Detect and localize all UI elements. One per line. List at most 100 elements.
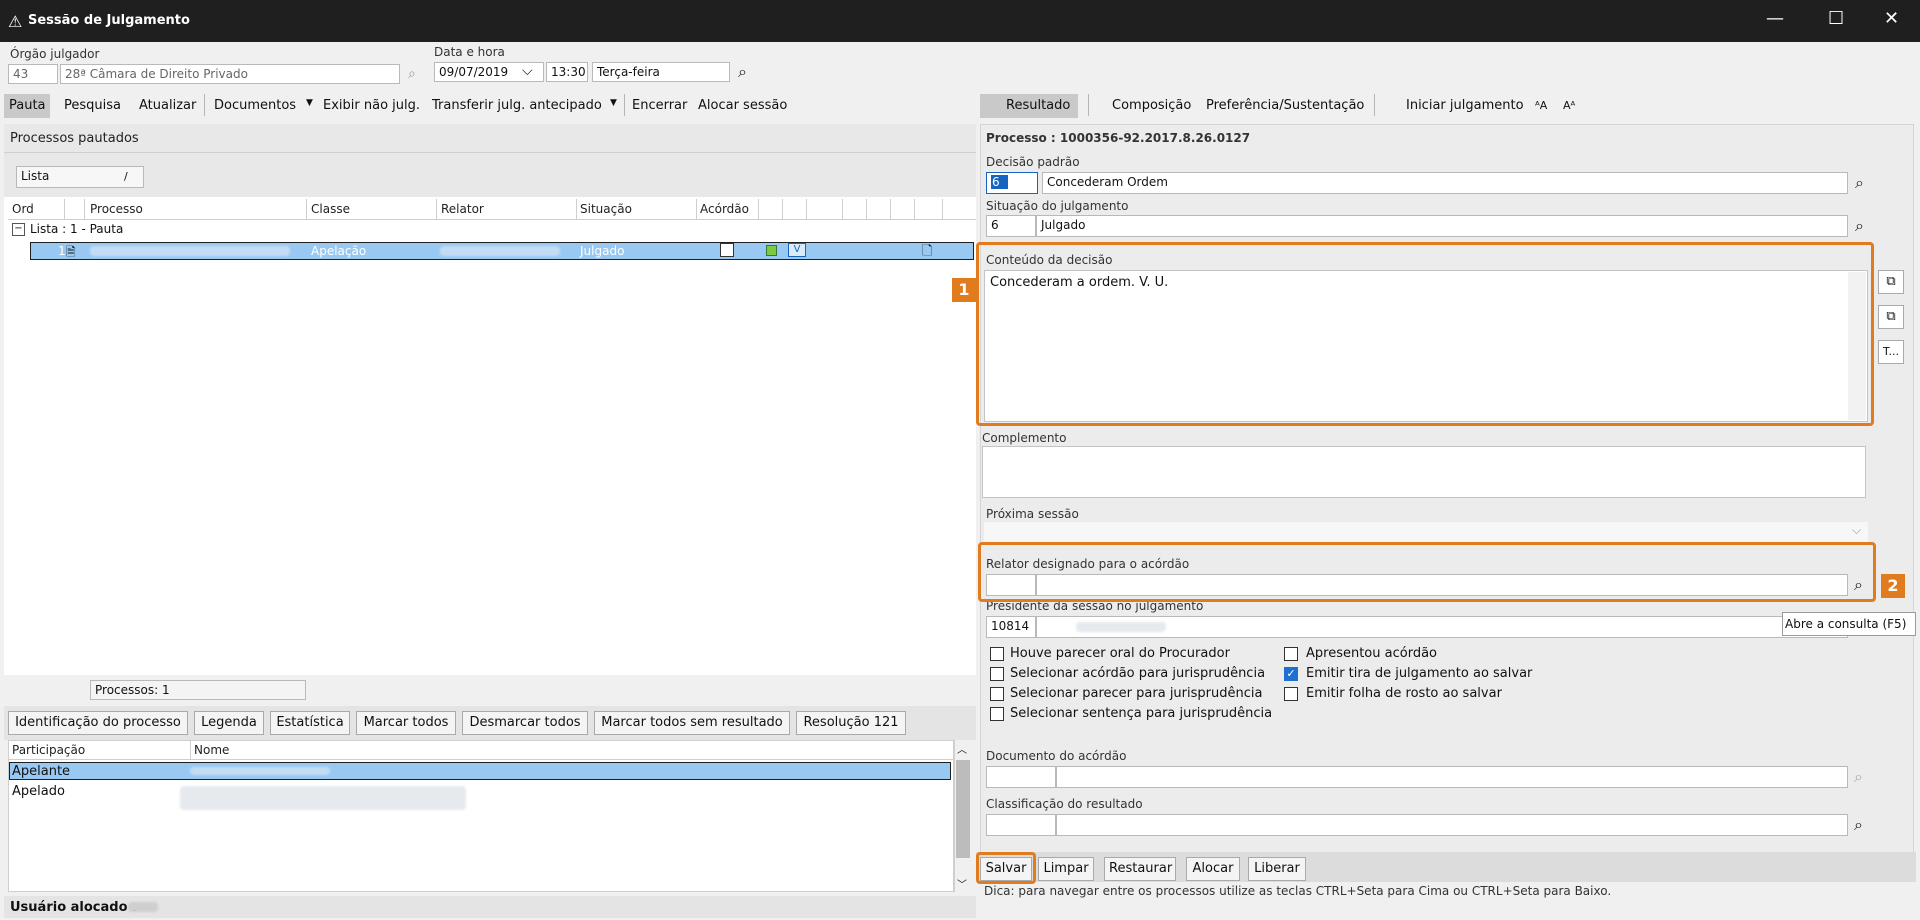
process-grid-area bbox=[4, 153, 976, 675]
badge-1: 1 bbox=[952, 278, 976, 302]
exibir-nao-julg-button[interactable]: Exibir não julg. bbox=[323, 98, 420, 113]
transferir-julg-menu[interactable]: Transferir julg. antecipado bbox=[432, 98, 602, 113]
chevron-down-icon[interactable]: ⌵ bbox=[1852, 523, 1861, 538]
chk-apresentou-acordao-label: Apresentou acórdão bbox=[1306, 646, 1437, 661]
view-select-arrow-icon[interactable]: / bbox=[124, 170, 128, 183]
copy-icon[interactable]: ⧉ bbox=[1878, 270, 1904, 294]
chk-sentenca-jurisprudencia-label: Selecionar sentença para jurisprudência bbox=[1010, 706, 1273, 721]
text-template-button[interactable]: T... bbox=[1878, 340, 1904, 364]
chk-parecer-jurisprudencia[interactable] bbox=[990, 687, 1004, 701]
redacted-user bbox=[128, 902, 158, 912]
tab-resultado[interactable]: Resultado bbox=[1006, 98, 1070, 113]
redacted-presidente bbox=[1076, 622, 1166, 632]
classificacao-code-field[interactable] bbox=[986, 814, 1056, 836]
chk-apresentou-acordao[interactable] bbox=[1284, 647, 1298, 661]
atualizar-button[interactable]: Atualizar bbox=[139, 98, 196, 113]
chk-acordao-jurisprudencia[interactable] bbox=[990, 667, 1004, 681]
iniciar-julgamento-button[interactable]: Iniciar julgamento bbox=[1406, 98, 1524, 113]
documento-acordao-label: Documento do acórdão bbox=[986, 749, 1127, 763]
situacao-value-field: Julgado bbox=[1036, 215, 1848, 237]
paste-icon[interactable]: ⧉ bbox=[1878, 305, 1904, 329]
documentos-dropdown-icon[interactable]: ▼ bbox=[306, 98, 313, 108]
decisao-code-field[interactable]: 6 bbox=[986, 172, 1038, 194]
orgao-search-icon[interactable]: ⌕ bbox=[408, 66, 416, 82]
title-bar: ⚠ Sessão de Julgamento — ☐ ✕ bbox=[0, 0, 1920, 42]
col-relator[interactable]: Relator bbox=[441, 202, 484, 216]
alocar-sessao-button[interactable]: Alocar sessão bbox=[698, 98, 787, 113]
window: ⚠ Sessão de Julgamento — ☐ ✕ Órgão julga… bbox=[0, 0, 1920, 920]
col-ord[interactable]: Ord bbox=[12, 202, 34, 216]
toolbar-separator bbox=[204, 94, 205, 116]
col-participacao[interactable]: Participação bbox=[12, 743, 85, 757]
time-field[interactable]: 13:30 bbox=[546, 62, 588, 82]
situacao-search-icon[interactable]: ⌕ bbox=[1855, 216, 1864, 236]
complemento-textarea[interactable] bbox=[982, 446, 1866, 498]
col-nome[interactable]: Nome bbox=[194, 743, 229, 757]
orgao-name-field[interactable]: 28ª Câmara de Direito Privado bbox=[60, 64, 400, 84]
identificacao-processo-button[interactable]: Identificação do processo bbox=[8, 711, 188, 735]
minimize-button[interactable]: — bbox=[1766, 8, 1784, 29]
decisao-code-value: 6 bbox=[991, 175, 1008, 189]
status-green-icon bbox=[766, 245, 777, 256]
data-hora-label: Data e hora bbox=[434, 45, 505, 59]
transferir-dropdown-icon[interactable]: ▼ bbox=[610, 98, 617, 108]
scroll-down-icon[interactable]: ﹀ bbox=[957, 876, 967, 891]
chk-emitir-tira[interactable]: ✓ bbox=[1284, 667, 1298, 681]
scroll-thumb[interactable] bbox=[956, 760, 970, 858]
font-increase-icon[interactable]: ᴬA bbox=[1535, 99, 1547, 112]
v-icon: V bbox=[788, 243, 806, 257]
orgao-code-field[interactable]: 43 bbox=[8, 64, 58, 84]
classificacao-label: Classificação do resultado bbox=[986, 797, 1143, 811]
chk-parecer-oral-label: Houve parecer oral do Procurador bbox=[1010, 646, 1230, 661]
chk-emitir-folha[interactable] bbox=[1284, 687, 1298, 701]
close-button[interactable]: ✕ bbox=[1884, 8, 1899, 29]
tab-composicao[interactable]: Composição bbox=[1112, 98, 1191, 113]
pesquisa-button[interactable]: Pesquisa bbox=[64, 98, 121, 113]
collapse-icon[interactable]: − bbox=[12, 223, 25, 236]
limpar-button[interactable]: Limpar bbox=[1038, 857, 1094, 881]
resolucao-121-button[interactable]: Resolução 121 bbox=[796, 711, 906, 735]
col-situacao[interactable]: Situação bbox=[580, 202, 632, 216]
redacted-relator bbox=[440, 246, 560, 256]
marcar-todos-button[interactable]: Marcar todos bbox=[356, 711, 456, 735]
marcar-todos-sem-resultado-button[interactable]: Marcar todos sem resultado bbox=[594, 711, 790, 735]
situacao-code-field[interactable]: 6 bbox=[986, 215, 1036, 237]
participants-header bbox=[8, 740, 954, 760]
legenda-button[interactable]: Legenda bbox=[194, 711, 264, 735]
estatistica-button[interactable]: Estatística bbox=[270, 711, 350, 735]
liberar-button[interactable]: Liberar bbox=[1248, 857, 1306, 881]
maximize-button[interactable]: ☐ bbox=[1828, 8, 1844, 29]
proxima-sessao-select[interactable] bbox=[984, 522, 1868, 542]
col-classe[interactable]: Classe bbox=[311, 202, 350, 216]
alocar-button[interactable]: Alocar bbox=[1186, 857, 1240, 881]
group-label: Lista : 1 - Pauta bbox=[30, 222, 124, 236]
highlight-box-2 bbox=[978, 542, 1876, 602]
chk-sentenca-jurisprudencia[interactable] bbox=[990, 707, 1004, 721]
desmarcar-todos-button[interactable]: Desmarcar todos bbox=[462, 711, 588, 735]
left-panel-header bbox=[4, 124, 976, 153]
list-item[interactable] bbox=[9, 762, 951, 780]
chevron-down-icon[interactable]: ⌵ bbox=[522, 63, 533, 79]
scroll-up-icon[interactable]: ︿ bbox=[957, 741, 967, 756]
col-processo[interactable]: Processo bbox=[90, 202, 143, 216]
decisao-search-icon[interactable]: ⌕ bbox=[1855, 173, 1864, 193]
encerrar-button[interactable]: Encerrar bbox=[632, 98, 687, 113]
font-decrease-icon[interactable]: Aᴬ bbox=[1563, 99, 1575, 112]
date-search-icon[interactable]: ⌕ bbox=[738, 62, 747, 82]
chk-parecer-oral[interactable] bbox=[990, 647, 1004, 661]
processos-pautados-title: Processos pautados bbox=[10, 131, 139, 146]
documento-search-icon[interactable]: ⌕ bbox=[1854, 767, 1863, 787]
tab-preferencia[interactable]: Preferência/Sustentação bbox=[1206, 98, 1364, 113]
tab-pauta[interactable]: Pauta bbox=[9, 98, 46, 113]
documento-value-field bbox=[1056, 766, 1848, 788]
document-green-icon[interactable]: 🗋 bbox=[922, 242, 932, 264]
documento-code-field[interactable] bbox=[986, 766, 1056, 788]
highlight-box-1 bbox=[976, 242, 1874, 426]
row-classe: Apelação bbox=[311, 244, 367, 258]
acordao-checkbox[interactable] bbox=[720, 243, 734, 257]
col-acordao[interactable]: Acórdão bbox=[700, 202, 749, 216]
restaurar-button[interactable]: Restaurar bbox=[1104, 857, 1176, 881]
presidente-code-field[interactable]: 10814 bbox=[986, 616, 1036, 638]
classificacao-search-icon[interactable]: ⌕ bbox=[1854, 815, 1863, 835]
documentos-menu[interactable]: Documentos bbox=[214, 98, 296, 113]
